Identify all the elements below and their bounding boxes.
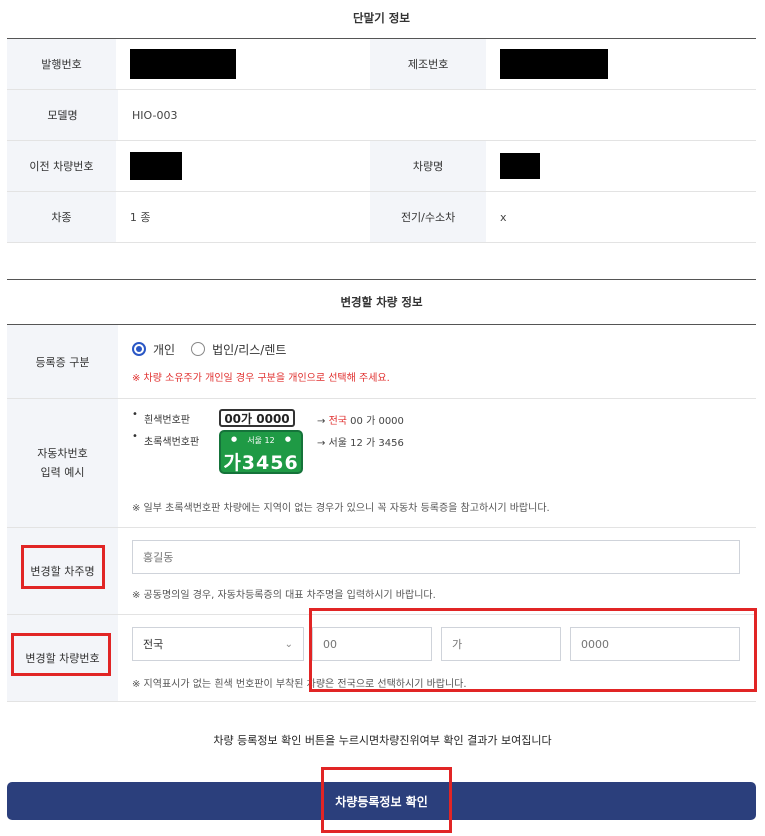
bullet-icon: • <box>132 409 138 420</box>
device-row-issue: 발행번호 제조번호 <box>7 39 756 90</box>
car-type-label: 차종 <box>7 192 116 242</box>
arrow-icon: → <box>317 416 326 427</box>
car-name-label: 차량명 <box>370 141 486 191</box>
model-label: 모델명 <box>7 90 118 140</box>
white-plate-result: → 전국 00 가 0000 <box>317 412 404 427</box>
green-plate-label: 초록색번호판 <box>144 437 200 448</box>
serial-number-redacted <box>499 49 608 79</box>
white-region: 전국 <box>328 416 347 427</box>
white-plate-image: 00가 0000 <box>219 409 295 427</box>
owner-input[interactable] <box>132 540 740 574</box>
ev-value: x <box>499 210 507 224</box>
white-plate-text: 00가 0000 <box>224 411 290 426</box>
highlight-car-number-label <box>11 633 111 676</box>
prev-car-number-redacted <box>129 152 182 180</box>
change-info-title: 변경할 차량 정보 <box>7 280 756 325</box>
reg-type-label: 등록증 구분 <box>7 325 118 398</box>
ev-label: 전기/수소차 <box>370 192 486 242</box>
white-plate-label: 흰색번호판 <box>144 415 190 426</box>
highlight-car-number-inputs <box>309 608 757 692</box>
highlight-check-button <box>321 767 452 833</box>
plate-example-label-2: 입력 예시 <box>40 466 85 479</box>
radio-corp-label[interactable]: 법인/리스/렌트 <box>212 341 286 358</box>
plate-example-row: 자동차번호 입력 예시 • 흰색번호판 00가 0000 → 전국 00 가 0… <box>7 399 756 528</box>
device-info-section: 단말기 정보 발행번호 제조번호 모델명 HIO-003 이전 차량번호 차량명… <box>7 0 756 243</box>
device-row-model: 모델명 HIO-003 <box>7 90 756 141</box>
chevron-down-icon: ⌄ <box>284 638 293 650</box>
white-result-text: 00 가 0000 <box>350 416 404 427</box>
model-value: HIO-003 <box>132 108 178 122</box>
owner-note: ※ 공동명의일 경우, 자동차등록증의 대표 차주명을 입력하시기 바랍니다. <box>132 590 436 601</box>
green-plate-bottom: 가3456 <box>223 452 299 474</box>
reg-type-note: ※ 차량 소유주가 개인일 경우 구분을 개인으로 선택해 주세요. <box>132 373 390 384</box>
car-type-value: 1 종 <box>129 211 151 224</box>
highlight-owner-label <box>21 545 105 589</box>
device-row-type: 차종 1 종 전기/수소차 x <box>7 192 756 243</box>
radio-personal-label[interactable]: 개인 <box>153 341 175 358</box>
radio-corp[interactable] <box>191 342 206 356</box>
issue-number-redacted <box>129 49 236 79</box>
car-name-redacted <box>499 153 540 179</box>
region-select[interactable]: 전국 ⌄ <box>132 627 304 661</box>
footer-notice: 차량 등록정보 확인 버튼을 누르시면차량진위여부 확인 결과가 보여집니다 <box>213 734 552 747</box>
plate-example-note: ※ 일부 초록색번호판 차량에는 지역이 없는 경우가 있으니 꼭 자동차 등록… <box>132 503 550 514</box>
bullet-icon: • <box>132 431 138 442</box>
prev-car-number-label: 이전 차량번호 <box>7 141 116 191</box>
radio-personal[interactable] <box>132 342 146 356</box>
plate-example-label-1: 자동차번호 <box>37 447 88 460</box>
serial-number-label: 제조번호 <box>370 39 486 89</box>
issue-number-label: 발행번호 <box>7 39 116 89</box>
reg-type-row: 등록증 구분 개인 법인/리스/렌트 ※ 차량 소유주가 개인일 경우 구분을 … <box>7 325 756 399</box>
device-row-prev-car: 이전 차량번호 차량명 <box>7 141 756 192</box>
green-plate-result: → 서울 12 가 3456 <box>317 438 404 449</box>
green-plate-image: ● 서울 12 ● 가3456 <box>219 430 303 474</box>
region-select-value: 전국 <box>143 638 164 651</box>
green-plate-dot-icon: ● <box>284 435 291 443</box>
owner-row: 변경할 차주명 ※ 공동명의일 경우, 자동차등록증의 대표 차주명을 입력하시… <box>7 528 756 615</box>
device-info-title: 단말기 정보 <box>7 0 756 39</box>
